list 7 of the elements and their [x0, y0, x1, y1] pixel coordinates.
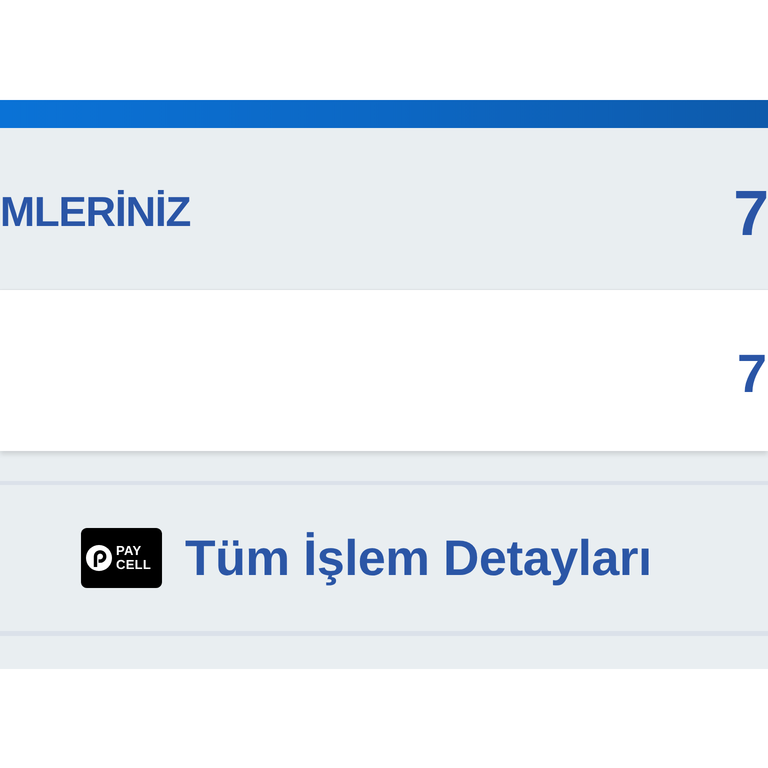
- row-value: 7: [736, 342, 767, 404]
- header-title: MLERİNİZ: [0, 188, 190, 236]
- details-link[interactable]: PAY CELL Tüm İşlem Detayları: [81, 528, 652, 588]
- p-circle-icon: [86, 545, 112, 571]
- logo-text: PAY: [116, 544, 142, 558]
- header-count: 7: [733, 176, 768, 250]
- logo-text: CELL: [116, 558, 152, 572]
